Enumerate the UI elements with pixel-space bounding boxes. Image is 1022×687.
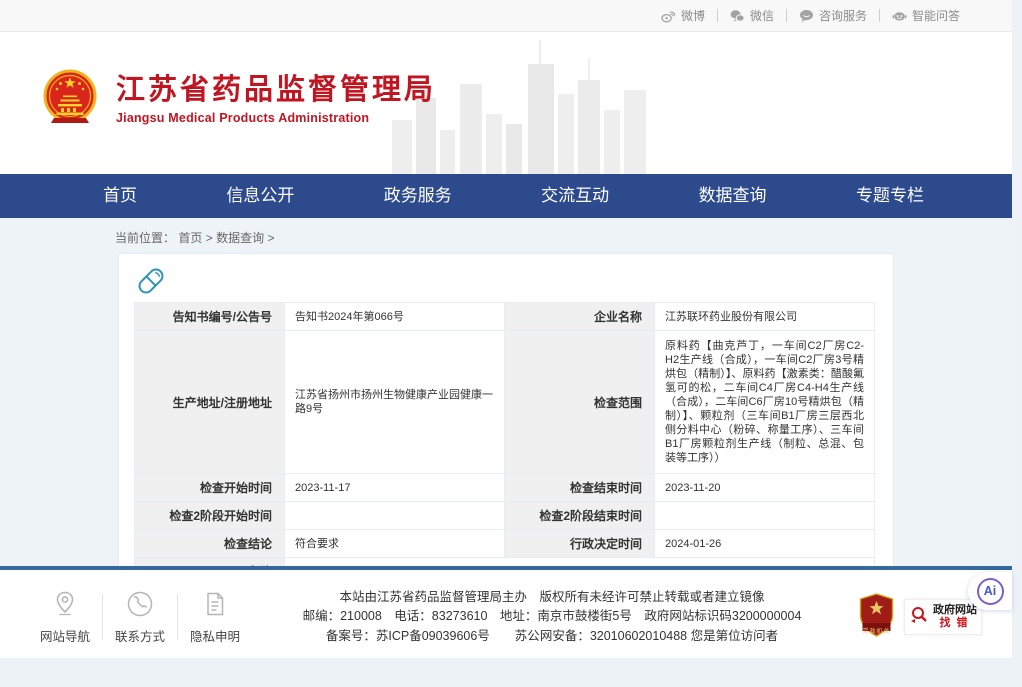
gov-site-error-report-badge[interactable]: 政府网站 找错 bbox=[904, 599, 982, 635]
field-label-scope: 检查范围 bbox=[505, 331, 655, 474]
site-container: 微博 微信 咨询服务 智能问答 bbox=[0, 0, 1012, 658]
weibo-link[interactable]: 微博 bbox=[661, 7, 705, 24]
topbar-divider bbox=[879, 9, 880, 22]
field-value-company: 江苏联环药业股份有限公司 bbox=[655, 303, 875, 331]
weibo-icon bbox=[661, 9, 676, 23]
breadcrumb-prefix: 当前位置： bbox=[115, 231, 175, 245]
field-label-company: 企业名称 bbox=[505, 303, 655, 331]
field-label-stage2-end: 检查2阶段结束时间 bbox=[505, 502, 655, 530]
field-value-stage2-end bbox=[655, 502, 875, 530]
smart-qa-link[interactable]: 智能问答 bbox=[892, 7, 960, 24]
field-value-conclusion: 符合要求 bbox=[285, 530, 505, 558]
site-map-label: 网站导航 bbox=[34, 626, 96, 645]
chat-bubble-icon bbox=[799, 9, 814, 23]
consult-service-label: 咨询服务 bbox=[819, 7, 867, 24]
party-gov-shield-badge[interactable]: 党政机关 bbox=[858, 593, 895, 642]
magnifier-icon bbox=[909, 605, 929, 630]
footer-badges: 党政机关 政府网站 找错 bbox=[858, 593, 982, 642]
footer-links-divider bbox=[177, 594, 178, 640]
map-pin-icon bbox=[34, 589, 96, 619]
nav-item-data-query[interactable]: 数据查询 bbox=[699, 174, 767, 218]
privacy-label: 隐私申明 bbox=[184, 626, 246, 645]
topbar-divider bbox=[786, 9, 787, 22]
field-label-start-time: 检查开始时间 bbox=[135, 474, 285, 502]
brand-block: 江苏省药品监督管理局 Jiangsu Medical Products Admi… bbox=[42, 68, 436, 131]
field-label-address: 生产地址/注册地址 bbox=[135, 331, 285, 474]
contact-link[interactable]: 联系方式 bbox=[109, 589, 171, 645]
nav-item-interaction[interactable]: 交流互动 bbox=[541, 174, 609, 218]
smart-qa-label: 智能问答 bbox=[912, 7, 960, 24]
field-value-start-time: 2023-11-17 bbox=[285, 474, 505, 502]
field-label-remark: 备注 bbox=[135, 558, 285, 567]
weibo-label: 微博 bbox=[681, 7, 705, 24]
table-row: 检查开始时间 2023-11-17 检查结束时间 2023-11-20 bbox=[135, 474, 875, 502]
field-label-end-time: 检查结束时间 bbox=[505, 474, 655, 502]
field-value-remark bbox=[285, 558, 875, 567]
table-row: 备注 bbox=[135, 558, 875, 567]
brand-titles: 江苏省药品监督管理局 Jiangsu Medical Products Admi… bbox=[116, 74, 436, 125]
site-header: 江苏省药品监督管理局 Jiangsu Medical Products Admi… bbox=[0, 32, 1012, 174]
site-footer: Ai 网站导航 bbox=[0, 570, 1012, 658]
nav-item-info-disclosure[interactable]: 信息公开 bbox=[226, 174, 294, 218]
table-row: 告知书编号/公告号 告知书2024年第066号 企业名称 江苏联环药业股份有限公… bbox=[135, 303, 875, 331]
breadcrumb: 当前位置： 首页 > 数据查询 > bbox=[0, 218, 1012, 253]
field-value-notice-no: 告知书2024年第066号 bbox=[285, 303, 505, 331]
field-value-decision-time: 2024-01-26 bbox=[655, 530, 875, 558]
national-emblem-logo bbox=[42, 68, 98, 131]
main-nav: 首页 信息公开 政务服务 交流互动 数据查询 专题专栏 bbox=[0, 174, 1012, 218]
record-panel: 告知书编号/公告号 告知书2024年第066号 企业名称 江苏联环药业股份有限公… bbox=[118, 253, 894, 566]
footer-line-host: 本站由江苏省药品监督管理局主办 版权所有未经许可禁止转载或者建立镜像 bbox=[246, 588, 858, 608]
field-value-address: 江苏省扬州市扬州生物健康产业园健康一路9号 bbox=[285, 331, 505, 474]
breadcrumb-data-query-link[interactable]: 数据查询 bbox=[216, 231, 264, 245]
nav-item-gov-services[interactable]: 政务服务 bbox=[384, 174, 452, 218]
phone-icon bbox=[109, 589, 171, 619]
footer-quick-links: 网站导航 联系方式 bbox=[34, 589, 246, 645]
table-row: 检查2阶段开始时间 检查2阶段结束时间 bbox=[135, 502, 875, 530]
field-value-stage2-start bbox=[285, 502, 505, 530]
footer-text-block: 本站由江苏省药品监督管理局主办 版权所有未经许可禁止转载或者建立镜像 邮编：21… bbox=[246, 588, 858, 647]
capsule-icon bbox=[134, 264, 876, 298]
shield-badge-label: 党政机关 bbox=[858, 626, 895, 635]
top-utility-bar: 微博 微信 咨询服务 智能问答 bbox=[0, 0, 1012, 32]
field-label-notice-no: 告知书编号/公告号 bbox=[135, 303, 285, 331]
footer-line-icp: 备案号：苏ICP备09039606号 苏公网安备：32010602010488 … bbox=[246, 627, 858, 647]
breadcrumb-home-link[interactable]: 首页 bbox=[178, 231, 202, 245]
nav-item-home[interactable]: 首页 bbox=[103, 174, 137, 218]
error-badge-line2: 找错 bbox=[936, 617, 977, 630]
contact-label: 联系方式 bbox=[109, 626, 171, 645]
field-label-stage2-start: 检查2阶段开始时间 bbox=[135, 502, 285, 530]
wechat-label: 微信 bbox=[750, 7, 774, 24]
site-title: 江苏省药品监督管理局 bbox=[116, 74, 436, 107]
breadcrumb-separator: > bbox=[206, 231, 213, 245]
ai-assistant-label: Ai bbox=[977, 578, 1004, 605]
content-area: 当前位置： 首页 > 数据查询 > 告知书编号/公告号 bbox=[0, 218, 1012, 566]
wechat-link[interactable]: 微信 bbox=[730, 7, 774, 24]
field-label-decision-time: 行政决定时间 bbox=[505, 530, 655, 558]
consult-service-link[interactable]: 咨询服务 bbox=[799, 7, 867, 24]
footer-links-divider bbox=[102, 594, 103, 640]
field-label-conclusion: 检查结论 bbox=[135, 530, 285, 558]
site-subtitle: Jiangsu Medical Products Administration bbox=[116, 111, 436, 125]
nav-item-special-topics[interactable]: 专题专栏 bbox=[856, 174, 924, 218]
table-row: 生产地址/注册地址 江苏省扬州市扬州生物健康产业园健康一路9号 检查范围 原料药… bbox=[135, 331, 875, 474]
topbar-divider bbox=[717, 9, 718, 22]
inspection-record-table: 告知书编号/公告号 告知书2024年第066号 企业名称 江苏联环药业股份有限公… bbox=[134, 302, 875, 566]
breadcrumb-separator: > bbox=[267, 231, 274, 245]
ai-assistant-button[interactable]: Ai bbox=[968, 572, 1012, 610]
footer-line-contact: 邮编：210008 电话：83273610 地址：南京市鼓楼街5号 政府网站标识… bbox=[246, 607, 858, 627]
privacy-link[interactable]: 隐私申明 bbox=[184, 589, 246, 645]
field-value-scope: 原料药【曲克芦丁，一车间C2厂房C2-H2生产线（合成），一车间C2厂房3号精烘… bbox=[655, 331, 875, 474]
error-badge-line1: 政府网站 bbox=[933, 604, 977, 617]
document-icon bbox=[184, 589, 246, 619]
wechat-icon bbox=[730, 9, 745, 23]
field-value-end-time: 2023-11-20 bbox=[655, 474, 875, 502]
robot-icon bbox=[892, 9, 907, 23]
error-badge-text: 政府网站 找错 bbox=[933, 604, 977, 630]
table-row: 检查结论 符合要求 行政决定时间 2024-01-26 bbox=[135, 530, 875, 558]
site-map-link[interactable]: 网站导航 bbox=[34, 589, 96, 645]
